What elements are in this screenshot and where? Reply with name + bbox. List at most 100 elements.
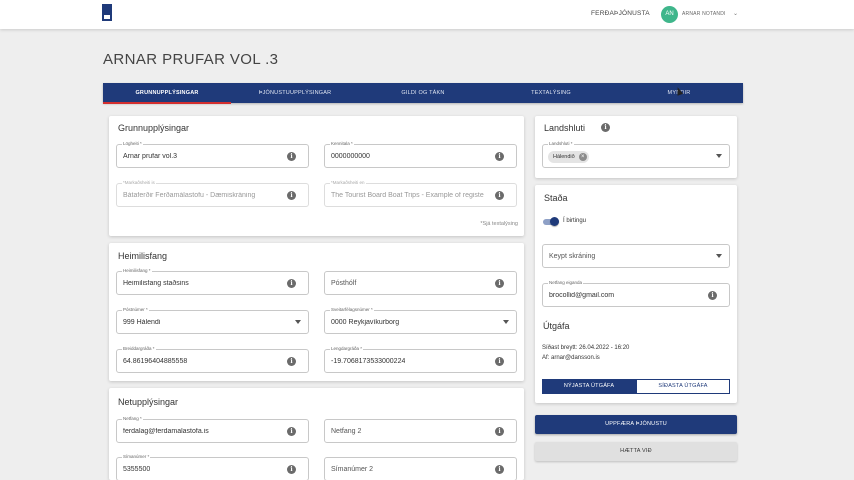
close-icon[interactable]: ×: [578, 153, 587, 161]
newest-version-button[interactable]: NÝJASTA ÚTGÁFA: [542, 379, 636, 394]
card-netupplysingar: Netupplýsingar Netfang * ferdalag@ferdam…: [109, 388, 524, 480]
netfang-eiganda-value: brocollid@gmail.com: [549, 292, 615, 299]
tab-textalysing[interactable]: TEXTALÝSING: [487, 83, 615, 103]
lengdargrada-label: Lengdargráða *: [330, 346, 364, 352]
info-icon[interactable]: i: [495, 279, 504, 288]
sveitarfelag-label: Sveitarfélagsnúmer *: [330, 307, 374, 313]
logheiti-label: Lögheiti *: [122, 141, 143, 147]
simanumer-field[interactable]: Símanúmer * 5355500 i: [116, 454, 309, 480]
netfang-field[interactable]: Netfang * ferdalag@ferdamalastofa.is i: [116, 416, 309, 443]
info-icon[interactable]: i: [495, 427, 504, 436]
cancel-button[interactable]: HÆTTA VIÐ: [535, 442, 737, 461]
info-icon[interactable]: i: [287, 279, 296, 288]
markadsheiti-en-field: *Markaðsheiti en The Tourist Board Boat …: [324, 180, 517, 207]
markadsheiti-en-value: The Tourist Board Boat Trips - Example o…: [331, 192, 484, 199]
card-title-stada: Staða: [544, 193, 568, 203]
postnumer-select[interactable]: Póstnúmer * 999 Hálendi: [116, 307, 309, 334]
info-icon[interactable]: i: [287, 357, 296, 366]
kennitala-value: 0000000000: [331, 153, 370, 160]
kennitala-label: Kennitala *: [330, 141, 354, 147]
chevron-down-icon[interactable]: ⌄: [733, 10, 738, 17]
kennitala-field[interactable]: Kennitala * 0000000000 i: [324, 141, 517, 168]
textalysing-hint: *Sjá textalýsing: [480, 221, 518, 227]
logo-icon[interactable]: [102, 4, 112, 21]
postholf-placeholder: Pósthólf: [331, 280, 357, 287]
tab-grunnupplysingar[interactable]: GRUNNUPPLÝSINGAR: [103, 83, 231, 103]
keypt-skraning-select[interactable]: Keypt skráning: [542, 244, 730, 268]
dropdown-arrow-icon[interactable]: [503, 320, 509, 324]
user-name[interactable]: ARNAR NOTANDI: [682, 11, 726, 17]
landshluti-label: Landshluti *: [548, 141, 574, 147]
dropdown-arrow-icon[interactable]: [716, 254, 722, 258]
netfang-label: Netfang *: [122, 416, 143, 422]
last-changed-text: Síðast breytt: 26.04.2022 - 16:20: [542, 345, 630, 351]
lengdargrada-field[interactable]: Lengdargráða * -19.7068173533000224 i: [324, 346, 517, 373]
card-landshluti: Landshluti i Landshluti * Hálendið ×: [535, 116, 737, 178]
info-icon[interactable]: i: [601, 123, 610, 132]
heimilisfang-value: Heimilisfang staðsins: [123, 280, 189, 287]
landshluti-chip[interactable]: Hálendið ×: [548, 151, 589, 163]
markadsheiti-is-label: *Markaðsheiti is: [122, 180, 156, 186]
markadsheiti-is-value: Bátaferðir Ferðamálastofu - Dæmiskráning: [123, 192, 256, 199]
breiddargrada-label: Breiddargráða *: [122, 346, 156, 352]
service-link[interactable]: FERÐAÞJÓNUSTA: [591, 10, 650, 17]
tab-bar: GRUNNUPPLÝSINGAR ÞJÓNUSTUUPPLÝSINGAR GIL…: [103, 83, 743, 104]
chip-label: Hálendið: [553, 154, 575, 160]
page-title: ARNAR PRUFAR VOL .3: [103, 51, 279, 68]
info-icon[interactable]: i: [495, 191, 504, 200]
netfang-eiganda-field[interactable]: Netfang eiganda brocollid@gmail.com i: [542, 280, 730, 307]
avatar[interactable]: AN: [661, 6, 678, 23]
netfang-eiganda-label: Netfang eiganda: [548, 280, 584, 286]
birting-toggle-knob[interactable]: [550, 217, 559, 226]
netfang-value: ferdalag@ferdamalastofa.is: [123, 428, 209, 435]
info-icon[interactable]: i: [287, 465, 296, 474]
card-heimilisfang: Heimilisfang Heimilisfang * Heimilisfang…: [109, 243, 524, 381]
simanumer-value: 5355500: [123, 466, 151, 473]
simanumer2-field[interactable]: Símanúmer 2 i: [324, 457, 517, 480]
logheiti-field[interactable]: Lögheiti * Arnar prufar vol.3 i: [116, 141, 309, 168]
breiddargrada-value: 64.86196404885558: [123, 358, 188, 365]
card-grunnupplysingar: Grunnupplýsingar Lögheiti * Arnar prufar…: [109, 116, 524, 236]
top-bar: FERÐAÞJÓNUSTA AN ARNAR NOTANDI ⌄: [0, 0, 854, 29]
postnumer-label: Póstnúmer *: [122, 307, 149, 313]
tab-thjonustuupplysingar[interactable]: ÞJÓNUSTUUPPLÝSINGAR: [231, 83, 359, 103]
card-title-netupplysingar: Netupplýsingar: [118, 397, 179, 407]
postholf-field[interactable]: Pósthólf i: [324, 271, 517, 295]
card-title-utgafa: Útgáfa: [543, 321, 570, 331]
info-icon[interactable]: i: [495, 357, 504, 366]
dropdown-arrow-icon[interactable]: [295, 320, 301, 324]
birting-toggle-label: Í birtingu: [563, 218, 587, 224]
card-title-heimilisfang: Heimilisfang: [118, 251, 168, 261]
sveitarfelag-select[interactable]: Sveitarfélagsnúmer * 0000 Reykjavíkurbor…: [324, 307, 517, 334]
info-icon[interactable]: i: [495, 152, 504, 161]
markadsheiti-is-field: *Markaðsheiti is Bátaferðir Ferðamálasto…: [116, 180, 309, 207]
tab-gildi-og-takn[interactable]: GILDI OG TÁKN: [359, 83, 487, 103]
previous-version-button[interactable]: SÍÐASTA ÚTGÁFA: [636, 379, 730, 394]
heimilisfang-label: Heimilisfang *: [122, 268, 152, 274]
info-icon[interactable]: i: [287, 152, 296, 161]
logheiti-value: Arnar prufar vol.3: [123, 153, 178, 160]
netfang2-field[interactable]: Netfang 2 i: [324, 419, 517, 443]
info-icon[interactable]: i: [708, 291, 717, 300]
simanumer-label: Símanúmer *: [122, 454, 151, 460]
lengdargrada-value: -19.7068173533000224: [331, 358, 406, 365]
simanumer2-placeholder: Símanúmer 2: [331, 466, 374, 473]
netfang2-placeholder: Netfang 2: [331, 428, 362, 435]
update-service-button[interactable]: UPPFÆRA ÞJÓNUSTU: [535, 415, 737, 434]
dropdown-arrow-icon[interactable]: [716, 154, 722, 158]
card-title-landshluti: Landshluti: [544, 123, 586, 133]
keypt-skraning-placeholder: Keypt skráning: [549, 253, 596, 260]
postnumer-value: 999 Hálendi: [123, 319, 161, 326]
breiddargrada-field[interactable]: Breiddargráða * 64.86196404885558 i: [116, 346, 309, 373]
info-icon[interactable]: i: [287, 427, 296, 436]
card-stada: Staða Í birtingu Keypt skráning Netfang …: [535, 185, 737, 403]
info-icon[interactable]: i: [495, 465, 504, 474]
card-title-grunnupplysingar: Grunnupplýsingar: [118, 123, 190, 133]
heimilisfang-field[interactable]: Heimilisfang * Heimilisfang staðsins i: [116, 268, 309, 295]
markadsheiti-en-label: *Markaðsheiti en: [330, 180, 366, 186]
landshluti-select[interactable]: Landshluti * Hálendið ×: [542, 141, 730, 168]
active-tab-indicator: [103, 102, 231, 104]
info-icon[interactable]: i: [287, 191, 296, 200]
sveitarfelag-value: 0000 Reykjavíkurborg: [331, 319, 400, 326]
author-text: Af: arnar@dansson.is: [542, 355, 600, 361]
